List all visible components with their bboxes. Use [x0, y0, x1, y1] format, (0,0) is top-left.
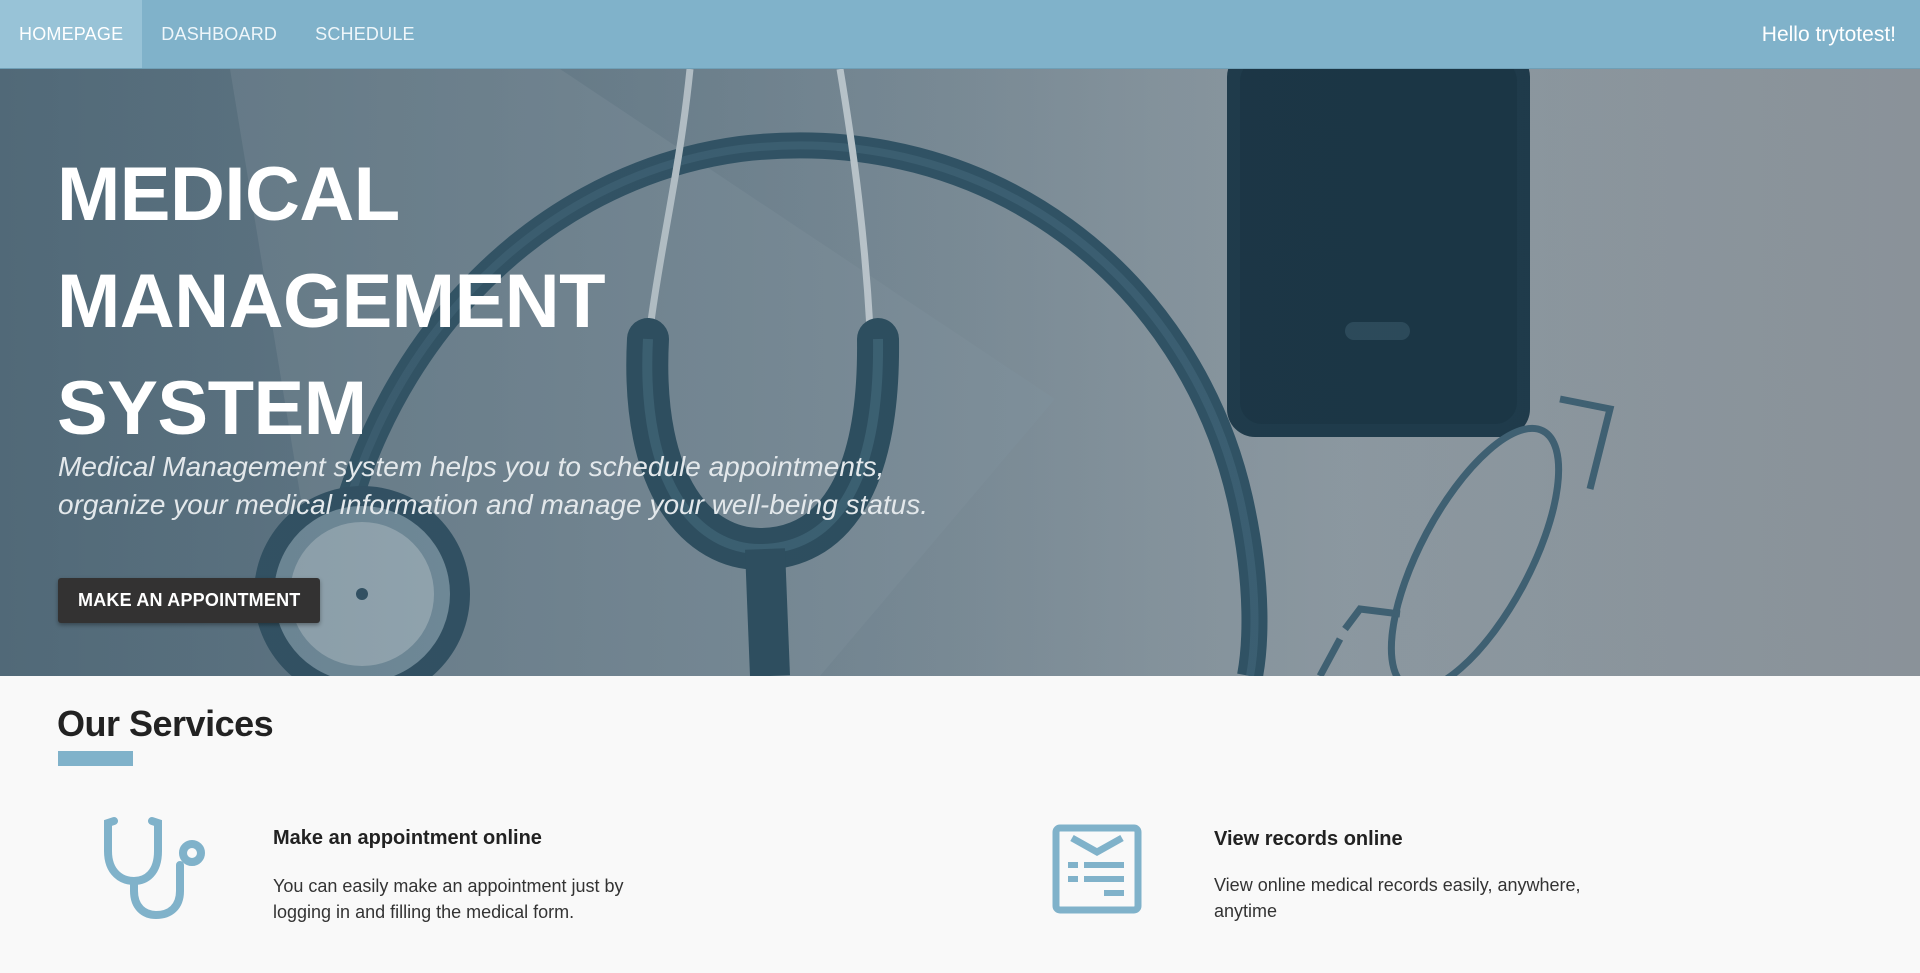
heading-underline [58, 751, 133, 766]
nav-item-dashboard[interactable]: DASHBOARD [142, 0, 296, 68]
top-navbar: HOMEPAGE DASHBOARD SCHEDULE Hello trytot… [0, 0, 1920, 69]
user-greeting[interactable]: Hello trytotest! [1762, 0, 1896, 69]
service-title-records: View records online [1214, 828, 1403, 850]
hero-title: MEDICAL MANAGEMENT SYSTEM [57, 152, 606, 451]
services-section: Our Services Make an appointment online … [0, 676, 1920, 973]
stethoscope-icon [104, 817, 205, 920]
hero-banner: MEDICAL MANAGEMENT SYSTEM Medical Manage… [0, 69, 1920, 676]
service-desc-appointment: You can easily make an appointment just … [273, 876, 624, 922]
make-appointment-button[interactable]: MAKE AN APPOINTMENT [58, 578, 321, 623]
nav-item-schedule[interactable]: SCHEDULE [296, 0, 434, 68]
services-heading: Our Services [57, 703, 274, 744]
service-desc-records: View online medical records easily, anyw… [1214, 875, 1581, 921]
nav-item-homepage[interactable]: HOMEPAGE [0, 0, 143, 68]
records-icon [1052, 824, 1142, 914]
hero-subtitle: Medical Management system helps you to s… [58, 451, 929, 520]
service-title-appointment: Make an appointment online [273, 827, 542, 849]
